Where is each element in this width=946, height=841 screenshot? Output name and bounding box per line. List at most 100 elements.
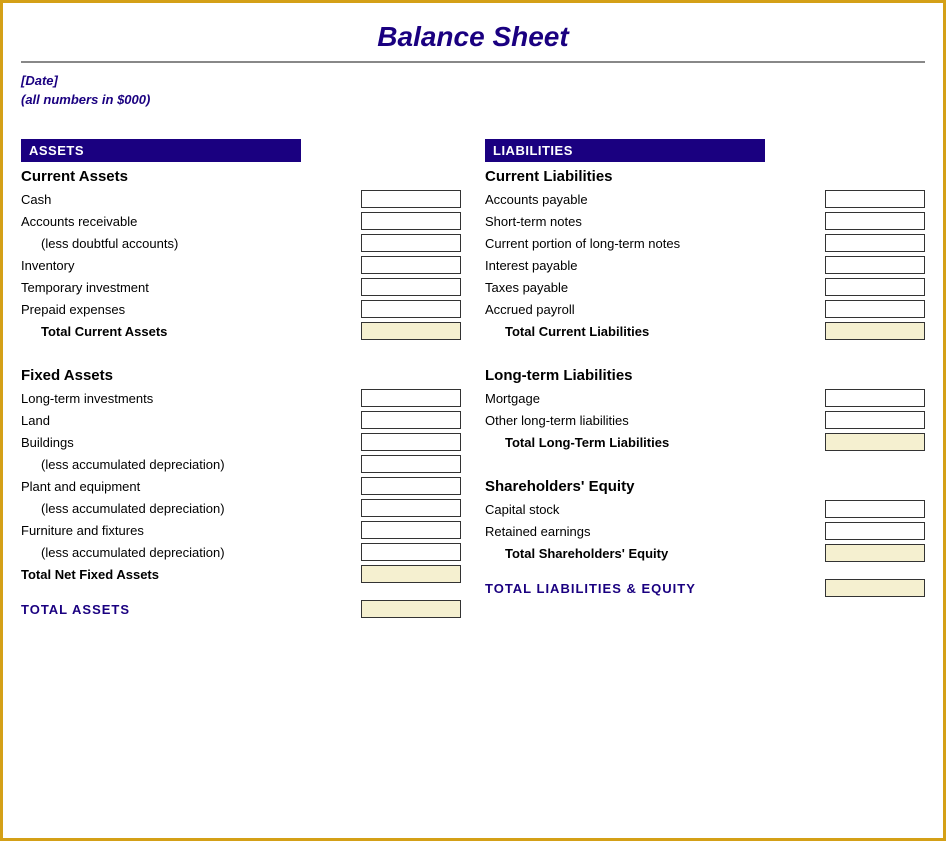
total-longterm-input[interactable] bbox=[825, 433, 925, 451]
subtitle-label: (all numbers in $000) bbox=[21, 92, 925, 107]
assets-column: ASSETS Current Assets Cash Accounts rece… bbox=[21, 139, 473, 620]
longterm-liabilities-title: Long-term Liabilities bbox=[485, 367, 925, 384]
prepaid-input[interactable] bbox=[361, 300, 461, 318]
list-item: Accounts payable bbox=[485, 189, 925, 209]
current-liabilities-title: Current Liabilities bbox=[485, 168, 925, 185]
total-current-liabilities-label: Total Current Liabilities bbox=[485, 324, 825, 339]
list-item: Taxes payable bbox=[485, 277, 925, 297]
list-item: Other long-term liabilities bbox=[485, 410, 925, 430]
list-item: Retained earnings bbox=[485, 521, 925, 541]
less-accum-dep1-input[interactable] bbox=[361, 455, 461, 473]
equity-title: Shareholders' Equity bbox=[485, 478, 925, 495]
short-term-notes-input[interactable] bbox=[825, 212, 925, 230]
list-item: Capital stock bbox=[485, 499, 925, 519]
list-item: Land bbox=[21, 410, 461, 430]
less-doubtful-input[interactable] bbox=[361, 234, 461, 252]
list-item: Buildings bbox=[21, 432, 461, 452]
temp-invest-input[interactable] bbox=[361, 278, 461, 296]
list-item: Interest payable bbox=[485, 255, 925, 275]
assets-header: ASSETS bbox=[21, 139, 301, 162]
retained-earnings-input[interactable] bbox=[825, 522, 925, 540]
inventory-label: Inventory bbox=[21, 258, 361, 273]
lt-investments-input[interactable] bbox=[361, 389, 461, 407]
total-liabilities-equity-input[interactable] bbox=[825, 579, 925, 597]
list-item: Mortgage bbox=[485, 388, 925, 408]
total-equity-row: Total Shareholders' Equity bbox=[485, 543, 925, 563]
list-item: Cash bbox=[21, 189, 461, 209]
list-item: (less accumulated depreciation) bbox=[21, 454, 461, 474]
total-current-liabilities-row: Total Current Liabilities bbox=[485, 321, 925, 341]
less-accum-dep2-label: (less accumulated depreciation) bbox=[21, 501, 361, 516]
list-item: (less accumulated depreciation) bbox=[21, 498, 461, 518]
list-item: Prepaid expenses bbox=[21, 299, 461, 319]
list-item: Furniture and fixtures bbox=[21, 520, 461, 540]
page-title: Balance Sheet bbox=[21, 21, 925, 63]
capital-stock-label: Capital stock bbox=[485, 502, 825, 517]
plant-equip-label: Plant and equipment bbox=[21, 479, 361, 494]
total-liabilities-equity-label: TOTAL LIABILITIES & EQUITY bbox=[485, 581, 696, 596]
total-equity-input[interactable] bbox=[825, 544, 925, 562]
temp-invest-label: Temporary investment bbox=[21, 280, 361, 295]
furniture-input[interactable] bbox=[361, 521, 461, 539]
total-current-assets-label: Total Current Assets bbox=[21, 324, 361, 339]
buildings-input[interactable] bbox=[361, 433, 461, 451]
current-portion-lt-input[interactable] bbox=[825, 234, 925, 252]
total-net-fixed-label: Total Net Fixed Assets bbox=[21, 567, 361, 582]
liabilities-column: LIABILITIES Current Liabilities Accounts… bbox=[473, 139, 925, 620]
total-current-assets-input[interactable] bbox=[361, 322, 461, 340]
total-net-fixed-row: Total Net Fixed Assets bbox=[21, 564, 461, 584]
list-item: Inventory bbox=[21, 255, 461, 275]
mortgage-input[interactable] bbox=[825, 389, 925, 407]
list-item: Short-term notes bbox=[485, 211, 925, 231]
total-liabilities-equity-row: TOTAL LIABILITIES & EQUITY bbox=[485, 577, 925, 599]
other-lt-input[interactable] bbox=[825, 411, 925, 429]
less-accum-dep2-input[interactable] bbox=[361, 499, 461, 517]
total-longterm-row: Total Long-Term Liabilities bbox=[485, 432, 925, 452]
fixed-assets-title: Fixed Assets bbox=[21, 367, 461, 384]
list-item: Plant and equipment bbox=[21, 476, 461, 496]
list-item: Long-term investments bbox=[21, 388, 461, 408]
total-assets-input[interactable] bbox=[361, 600, 461, 618]
ar-input[interactable] bbox=[361, 212, 461, 230]
buildings-label: Buildings bbox=[21, 435, 361, 450]
list-item: Current portion of long-term notes bbox=[485, 233, 925, 253]
taxes-payable-input[interactable] bbox=[825, 278, 925, 296]
list-item: Temporary investment bbox=[21, 277, 461, 297]
ar-label: Accounts receivable bbox=[21, 214, 361, 229]
total-longterm-label: Total Long-Term Liabilities bbox=[485, 435, 825, 450]
list-item: (less doubtful accounts) bbox=[21, 233, 461, 253]
capital-stock-input[interactable] bbox=[825, 500, 925, 518]
lt-investments-label: Long-term investments bbox=[21, 391, 361, 406]
total-current-liabilities-input[interactable] bbox=[825, 322, 925, 340]
interest-payable-label: Interest payable bbox=[485, 258, 825, 273]
total-assets-row: TOTAL ASSETS bbox=[21, 598, 461, 620]
short-term-notes-label: Short-term notes bbox=[485, 214, 825, 229]
inventory-input[interactable] bbox=[361, 256, 461, 274]
cash-input[interactable] bbox=[361, 190, 461, 208]
cash-label: Cash bbox=[21, 192, 361, 207]
less-accum-dep3-label: (less accumulated depreciation) bbox=[21, 545, 361, 560]
accrued-payroll-label: Accrued payroll bbox=[485, 302, 825, 317]
list-item: (less accumulated depreciation) bbox=[21, 542, 461, 562]
current-portion-lt-label: Current portion of long-term notes bbox=[485, 236, 825, 251]
land-label: Land bbox=[21, 413, 361, 428]
accounts-payable-label: Accounts payable bbox=[485, 192, 825, 207]
other-lt-label: Other long-term liabilities bbox=[485, 413, 825, 428]
land-input[interactable] bbox=[361, 411, 461, 429]
mortgage-label: Mortgage bbox=[485, 391, 825, 406]
prepaid-label: Prepaid expenses bbox=[21, 302, 361, 317]
list-item: Accounts receivable bbox=[21, 211, 461, 231]
interest-payable-input[interactable] bbox=[825, 256, 925, 274]
total-net-fixed-input[interactable] bbox=[361, 565, 461, 583]
total-equity-label: Total Shareholders' Equity bbox=[485, 546, 825, 561]
furniture-label: Furniture and fixtures bbox=[21, 523, 361, 538]
less-accum-dep3-input[interactable] bbox=[361, 543, 461, 561]
page-wrapper: Balance Sheet [Date] (all numbers in $00… bbox=[0, 0, 946, 841]
less-accum-dep1-label: (less accumulated depreciation) bbox=[21, 457, 361, 472]
accounts-payable-input[interactable] bbox=[825, 190, 925, 208]
total-current-assets-row: Total Current Assets bbox=[21, 321, 461, 341]
current-assets-title: Current Assets bbox=[21, 168, 461, 185]
plant-equip-input[interactable] bbox=[361, 477, 461, 495]
accrued-payroll-input[interactable] bbox=[825, 300, 925, 318]
total-assets-label: TOTAL ASSETS bbox=[21, 602, 130, 617]
